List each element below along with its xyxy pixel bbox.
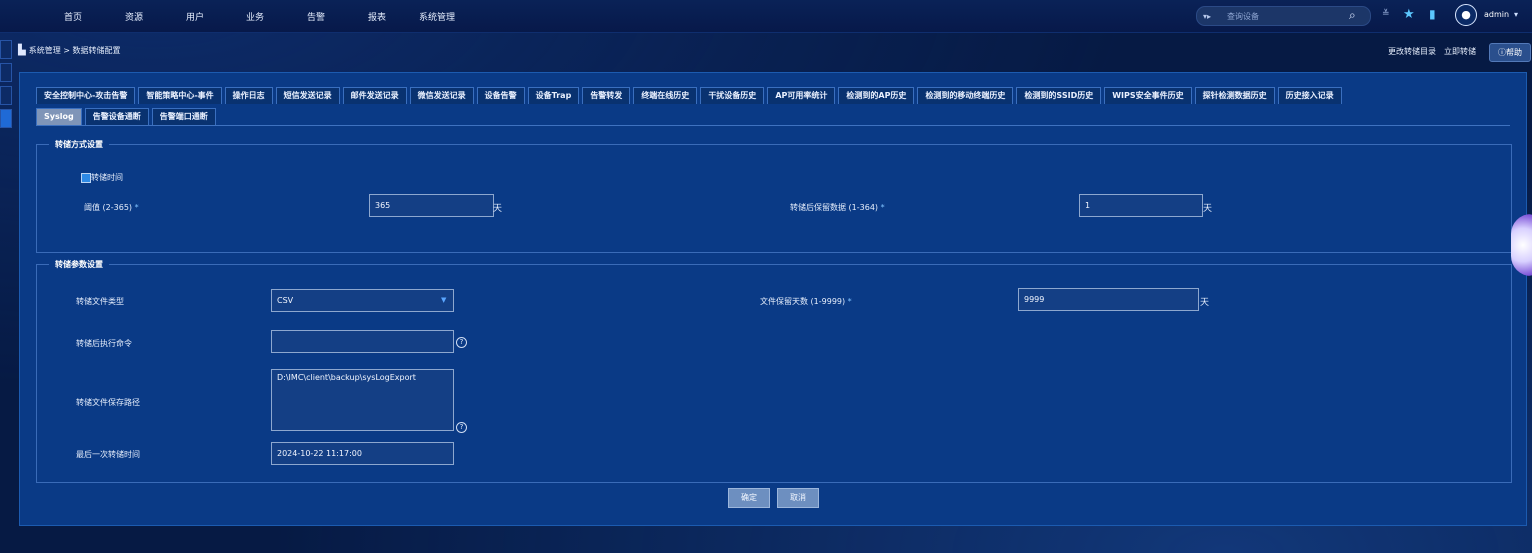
ok-button[interactable]: 确定 <box>728 488 770 508</box>
file-type-select[interactable]: CSV <box>271 289 454 312</box>
tab-item[interactable]: 终端在线历史 <box>633 87 698 104</box>
page-actions: 更改转储目录 立即转储 <box>1388 46 1484 57</box>
nav-alarms[interactable]: 告警 <box>307 10 325 23</box>
nav-home[interactable]: 首页 <box>64 10 82 23</box>
cancel-button[interactable]: 取消 <box>777 488 819 508</box>
double-chevron-down-icon[interactable]: ≚ <box>1382 9 1390 19</box>
dump-time-checkbox[interactable] <box>81 173 91 183</box>
select-caret-icon[interactable]: ▼ <box>441 296 446 304</box>
file-type-label: 转储文件类型 <box>76 297 124 306</box>
post-command-label: 转储后执行命令 <box>76 339 132 348</box>
tab-item[interactable]: 告警端口通断 <box>151 108 216 125</box>
file-keep-days-input[interactable]: 9999 <box>1018 288 1199 311</box>
left-collapse-strip <box>0 40 13 130</box>
dump-params-legend: 转储参数设置 <box>49 259 109 270</box>
tab-item[interactable]: 微信发送记录 <box>409 87 474 104</box>
help-button[interactable]: ⓘ帮助 <box>1489 43 1531 62</box>
tab-item[interactable]: 智能策略中心-事件 <box>138 87 222 104</box>
keep-data-unit: 天 <box>1203 204 1213 214</box>
tab-row-2: Syslog 告警设备通断 告警端口通断 <box>36 108 216 125</box>
tab-item[interactable]: 短信发送记录 <box>275 87 340 104</box>
threshold-label: 阈值 (2-365) * <box>84 203 139 212</box>
last-dump-time-field: 2024-10-22 11:17:00 <box>271 442 454 465</box>
help-icon: ⓘ <box>1498 48 1506 57</box>
threshold-input[interactable]: 365 <box>369 194 494 217</box>
tab-row-1: 安全控制中心-攻击告警 智能策略中心-事件 操作日志 短信发送记录 邮件发送记录 微信发送… <box>36 87 1342 104</box>
tab-item[interactable]: 设备告警 <box>476 87 525 104</box>
dump-mode-fieldset: 转储方式设置 转储时间 阈值 (2-365) * 365 天 转储后保留数据 (… <box>36 139 1512 253</box>
left-strip-button[interactable] <box>0 40 12 59</box>
file-keep-days-unit: 天 <box>1200 298 1210 308</box>
tab-item[interactable]: 干扰设备历史 <box>700 87 765 104</box>
breadcrumb-text: 系统管理 > 数据转储配置 <box>28 46 121 55</box>
last-dump-time-label: 最后一次转储时间 <box>76 450 140 459</box>
save-path-textarea[interactable]: D:\IMC\client\backup\sysLogExport <box>271 369 454 431</box>
tab-item[interactable]: 历史接入记录 <box>1277 87 1342 104</box>
file-keep-days-label: 文件保留天数 (1-9999) * <box>760 297 852 306</box>
dump-params-fieldset: 转储参数设置 转储文件类型 CSV ▼ 文件保留天数 (1-9999) * 99… <box>36 259 1512 483</box>
tab-divider <box>36 125 1510 126</box>
tab-item[interactable]: AP可用率统计 <box>767 87 836 104</box>
nav-users[interactable]: 用户 <box>186 10 204 23</box>
device-search-box: ▾▸ ⌕ <box>1196 6 1371 26</box>
tab-item[interactable]: 探针检测数据历史 <box>1194 87 1275 104</box>
tab-item[interactable]: 安全控制中心-攻击告警 <box>36 87 136 104</box>
post-command-input[interactable] <box>271 330 454 353</box>
user-avatar-icon[interactable]: ● <box>1455 4 1477 26</box>
bookmark-icon[interactable]: ▮ <box>1429 7 1436 21</box>
tab-item[interactable]: 设备Trap <box>527 87 580 104</box>
nav-resources[interactable]: 资源 <box>125 10 143 23</box>
star-favorites-icon[interactable]: ★ <box>1403 7 1415 22</box>
save-config-icon: ▙ <box>18 45 26 56</box>
tab-item[interactable]: 操作日志 <box>224 87 273 104</box>
save-path-help-icon[interactable]: ? <box>456 422 467 433</box>
post-command-help-icon[interactable]: ? <box>456 337 467 348</box>
tab-item[interactable]: WIPS安全事件历史 <box>1104 87 1192 104</box>
tab-item[interactable]: 告警转发 <box>582 87 631 104</box>
floating-assistant-orb[interactable] <box>1511 214 1532 276</box>
dump-time-label: 转储时间 <box>91 173 123 182</box>
nav-reports[interactable]: 报表 <box>368 10 386 23</box>
tab-item[interactable]: 邮件发送记录 <box>342 87 407 104</box>
keep-data-input[interactable]: 1 <box>1079 194 1203 217</box>
search-type-selector[interactable]: ▾▸ <box>1203 12 1211 21</box>
left-strip-button-active[interactable] <box>0 109 12 128</box>
left-strip-button[interactable] <box>0 86 12 105</box>
breadcrumb: ▙ 系统管理 > 数据转储配置 <box>18 45 121 56</box>
change-dump-dir-link[interactable]: 更改转储目录 <box>1388 47 1436 56</box>
tab-item[interactable]: 告警设备通断 <box>84 108 149 125</box>
tab-item[interactable]: 检测到的移动终端历史 <box>917 87 1014 104</box>
save-path-label: 转储文件保存路径 <box>76 398 140 407</box>
nav-system-management[interactable]: 系统管理 <box>419 10 455 23</box>
main-panel: 安全控制中心-攻击告警 智能策略中心-事件 操作日志 短信发送记录 邮件发送记录 微信发送… <box>19 72 1527 526</box>
dump-mode-legend: 转储方式设置 <box>49 139 109 150</box>
nav-services[interactable]: 业务 <box>246 10 264 23</box>
keep-data-label: 转储后保留数据 (1-364) * <box>790 203 885 212</box>
threshold-unit: 天 <box>493 204 503 214</box>
search-icon[interactable]: ⌕ <box>1349 8 1356 23</box>
tab-item[interactable]: 检测到的SSID历史 <box>1016 87 1102 104</box>
tab-item[interactable]: 检测到的AP历史 <box>838 87 915 104</box>
user-menu-caret-icon[interactable]: ▾ <box>1514 10 1518 19</box>
left-strip-button[interactable] <box>0 63 12 82</box>
top-navigation-bar: 首页 资源 用户 业务 告警 报表 系统管理 ▾▸ ⌕ ≚ ★ ▮ ● admi… <box>0 0 1532 33</box>
tab-item[interactable]: Syslog <box>36 108 82 125</box>
user-name[interactable]: admin <box>1484 10 1509 19</box>
help-label: 帮助 <box>1506 48 1522 57</box>
device-search-input[interactable] <box>1225 8 1349 25</box>
dump-now-link[interactable]: 立即转储 <box>1444 47 1476 56</box>
